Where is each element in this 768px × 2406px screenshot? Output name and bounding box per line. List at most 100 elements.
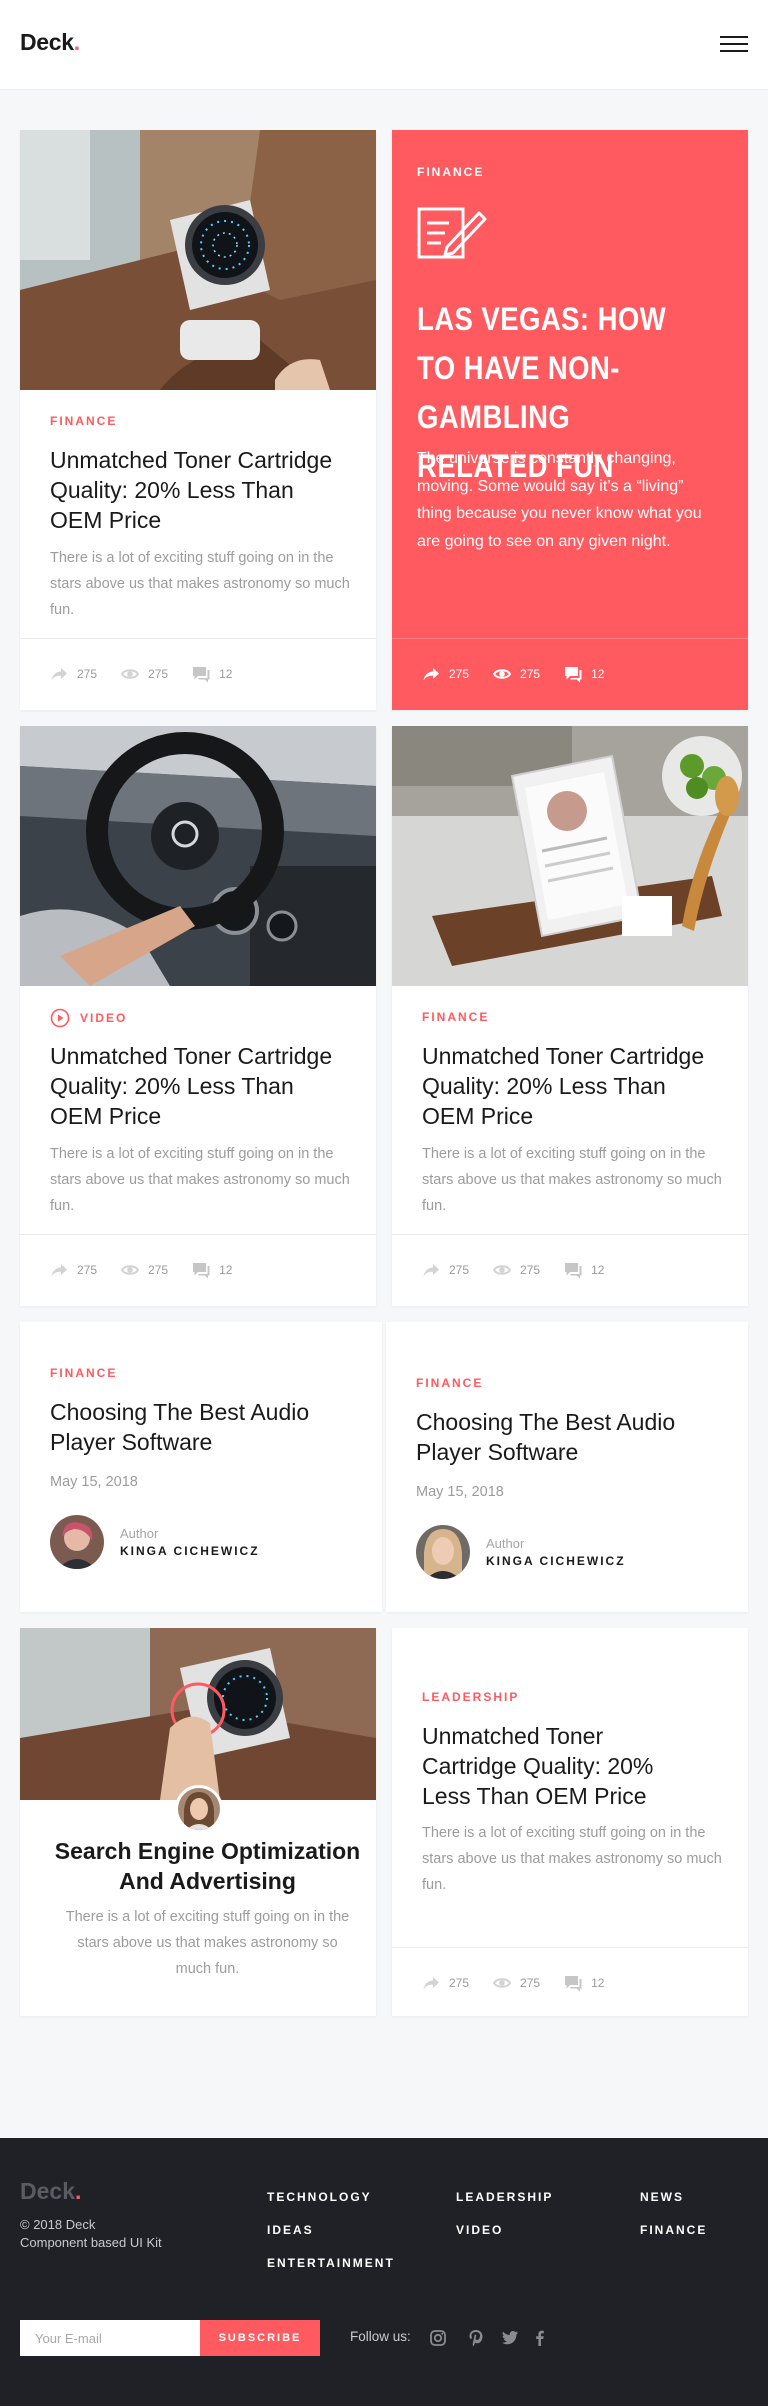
article-excerpt: There is a lot of exciting stuff going o… — [50, 550, 350, 618]
comment-icon — [565, 666, 582, 682]
author-block[interactable]: Author KINGA CICHEWICZ — [50, 1514, 260, 1570]
pinterest-icon[interactable] — [466, 2328, 486, 2348]
author-avatar[interactable] — [175, 1785, 223, 1833]
site-footer: Deck. © 2018 Deck Component based UI Kit… — [0, 2138, 768, 2406]
eye-icon — [493, 669, 512, 679]
comment-count: 12 — [219, 1263, 233, 1277]
article-excerpt: There is a lot of exciting stuff going o… — [50, 1146, 350, 1214]
comment-stat[interactable]: 12 — [564, 1262, 604, 1279]
article-title[interactable]: Choosing The Best Audio Player Software — [50, 1397, 340, 1457]
smartwatch-image — [20, 1628, 376, 1800]
subscribe-button[interactable]: SUBSCRIBE — [200, 2320, 320, 2356]
card-stats: 275 275 12 — [50, 664, 256, 684]
instagram-icon[interactable] — [428, 2328, 448, 2348]
article-card[interactable]: FINANCE Choosing The Best Audio Player S… — [386, 1322, 748, 1612]
featured-text: The universe is constantly changing, mov… — [417, 450, 702, 550]
article-title[interactable]: Unmatched Toner Cartridge Quality: 20% L… — [50, 445, 350, 535]
comment-stat[interactable]: 12 — [192, 1262, 232, 1279]
footer-link-news[interactable]: NEWS — [640, 2190, 684, 2204]
tagline-text: Component based UI Kit — [20, 2235, 162, 2250]
category-label: VIDEO — [80, 1011, 128, 1025]
eye-icon — [493, 1978, 512, 1988]
footer-link-finance[interactable]: FINANCE — [640, 2223, 707, 2237]
article-card[interactable]: FINANCE Unmatched Toner Cartridge Qualit… — [392, 726, 748, 1306]
divider — [392, 638, 748, 639]
smartwatch-image — [20, 130, 376, 390]
article-title[interactable]: Unmatched Toner Cartridge Quality: 20% L… — [422, 1041, 722, 1131]
article-excerpt: There is a lot of exciting stuff going o… — [422, 1825, 722, 1893]
article-title[interactable]: Search Engine Optimization And Advertisi… — [40, 1836, 375, 1896]
footer-link-technology[interactable]: TECHNOLOGY — [267, 2190, 372, 2204]
category-label[interactable]: FINANCE — [416, 1376, 483, 1390]
author-name[interactable]: KINGA CICHEWICZ — [120, 1544, 260, 1558]
share-stat[interactable]: 275 — [50, 1262, 97, 1278]
view-stat: 275 — [493, 1975, 540, 1991]
comment-icon — [565, 1262, 582, 1278]
facebook-icon[interactable] — [530, 2328, 550, 2348]
view-stat: 275 — [121, 1262, 168, 1278]
comment-count: 12 — [591, 667, 605, 681]
publish-date: May 15, 2018 — [416, 1484, 504, 1500]
share-icon — [51, 1264, 67, 1277]
edit-note-icon — [417, 207, 487, 259]
hamburger-menu-icon[interactable] — [720, 36, 748, 54]
share-stat[interactable]: 275 — [422, 666, 469, 682]
publish-date: May 15, 2018 — [50, 1474, 138, 1490]
footer-link-video[interactable]: VIDEO — [456, 2223, 503, 2237]
article-title[interactable]: Choosing The Best Audio Player Software — [416, 1407, 706, 1467]
card-stats: 275 275 12 — [422, 1973, 628, 1993]
author-avatar — [50, 1515, 104, 1569]
author-avatar — [416, 1525, 470, 1579]
twitter-icon[interactable] — [500, 2328, 520, 2348]
article-card[interactable]: VIDEO Unmatched Toner Cartridge Quality:… — [20, 726, 376, 1306]
share-count: 275 — [449, 1263, 470, 1277]
category-label[interactable]: LEADERSHIP — [422, 1690, 519, 1704]
article-title[interactable]: Unmatched Toner Cartridge Quality: 20% L… — [50, 1041, 350, 1131]
logo-dot: . — [73, 29, 80, 55]
share-icon — [423, 1264, 439, 1277]
share-icon — [51, 668, 67, 681]
footer-logo-text: Deck — [20, 2178, 75, 2204]
divider — [392, 1234, 748, 1235]
article-card[interactable]: FINANCE Unmatched Toner Cartridge Qualit… — [20, 130, 376, 710]
tablet-kitchen-image — [392, 726, 748, 986]
footer-logo[interactable]: Deck. — [20, 2178, 81, 2205]
share-icon — [423, 668, 439, 681]
article-excerpt: There is a lot of exciting stuff going o… — [422, 1146, 722, 1214]
email-input[interactable] — [20, 2320, 200, 2356]
author-block[interactable]: Author KINGA CICHEWICZ — [416, 1524, 626, 1580]
comment-stat[interactable]: 12 — [192, 666, 232, 683]
category-label[interactable]: FINANCE — [50, 1366, 117, 1380]
share-stat[interactable]: 275 — [422, 1262, 469, 1278]
card-stats: 275 275 12 — [422, 664, 628, 684]
share-stat[interactable]: 275 — [422, 1975, 469, 1991]
category-label[interactable]: FINANCE — [422, 1010, 489, 1024]
author-label: Author — [120, 1526, 159, 1541]
card-stats: 275 275 12 — [50, 1260, 256, 1280]
article-card[interactable]: LEADERSHIP Unmatched Toner Cartridge Qua… — [392, 1628, 748, 2016]
comment-icon — [193, 1262, 210, 1278]
article-title[interactable]: Unmatched Toner Cartridge Quality: 20% L… — [422, 1721, 692, 1811]
logo-text: Deck — [20, 29, 74, 55]
video-tag[interactable]: VIDEO — [50, 1008, 127, 1028]
footer-link-entertainment[interactable]: ENTERTAINMENT — [267, 2256, 395, 2270]
comment-count: 12 — [591, 1976, 605, 1990]
comment-icon — [565, 1975, 582, 1991]
author-name[interactable]: KINGA CICHEWICZ — [486, 1554, 626, 1568]
category-label[interactable]: FINANCE — [50, 414, 117, 428]
footer-link-ideas[interactable]: IDEAS — [267, 2223, 314, 2237]
article-card[interactable]: FINANCE Choosing The Best Audio Player S… — [20, 1322, 382, 1612]
share-stat[interactable]: 275 — [50, 666, 97, 682]
comment-stat[interactable]: 12 — [564, 1975, 604, 1992]
comment-stat[interactable]: 12 — [564, 666, 604, 683]
footer-copyright: © 2018 Deck Component based UI Kit — [20, 2216, 162, 2252]
category-label[interactable]: FINANCE — [417, 165, 484, 179]
site-header: Deck. — [0, 0, 768, 90]
footer-link-leadership[interactable]: LEADERSHIP — [456, 2190, 553, 2204]
share-count: 275 — [449, 1976, 470, 1990]
share-count: 275 — [77, 667, 98, 681]
share-icon — [423, 1977, 439, 1990]
article-card[interactable]: Search Engine Optimization And Advertisi… — [20, 1628, 376, 2016]
logo[interactable]: Deck. — [20, 29, 80, 56]
featured-article-card[interactable]: FINANCE LAS VEGAS: HOW TO HAVE NON-GAMBL… — [392, 130, 748, 710]
